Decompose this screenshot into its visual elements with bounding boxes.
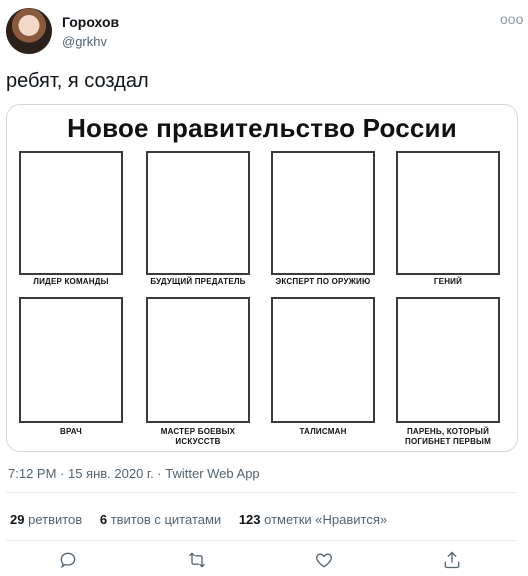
photo-frame	[146, 297, 250, 423]
photo-frame	[19, 297, 123, 423]
tweet-timestamp[interactable]: 7:12 PM · 15 янв. 2020 г. · Twitter Web …	[8, 466, 260, 481]
like-icon	[316, 553, 332, 568]
quotes-stat[interactable]: 6 твитов с цитатами	[100, 512, 221, 527]
cell-label: ПАРЕНЬ, КОТОРЫЙ ПОГИБНЕТ ПЕРВЫМ	[405, 427, 491, 446]
like-button[interactable]	[314, 550, 338, 574]
poster-cell: МАСТЕР БОЕВЫХ ИСКУССТВ	[146, 297, 250, 449]
photo-frame	[271, 297, 375, 423]
cell-label: ГЕНИЙ	[433, 277, 463, 286]
poster-cell: ЛИДЕР КОМАНДЫ	[19, 151, 123, 299]
poster-grid: ЛИДЕР КОМАНДЫ БУДУЩИЙ ПРЕДАТЕЛЬ ЭКСПЕРТ ПО…	[7, 105, 517, 451]
photo-frame	[396, 151, 500, 275]
photo-frame	[271, 151, 375, 275]
photo-frame	[19, 151, 123, 275]
poster-cell: БУДУЩИЙ ПРЕДАТЕЛЬ	[146, 151, 250, 299]
poster-cell: ЭКСПЕРТ ПО ОРУЖИЮ	[271, 151, 375, 299]
photo-frame	[396, 297, 500, 423]
divider	[6, 540, 516, 541]
retweet-button[interactable]	[187, 550, 211, 574]
quotes-label: твитов с цитатами	[110, 512, 222, 527]
cell-label: ВРАЧ	[60, 427, 82, 436]
poster-cell: ВРАЧ	[19, 297, 123, 449]
retweets-stat[interactable]: 29 ретвитов	[10, 512, 82, 527]
quotes-count: 6	[99, 512, 108, 527]
poster-cell: ПАРЕНЬ, КОТОРЫЙ ПОГИБНЕТ ПЕРВЫМ	[396, 297, 500, 449]
cell-label: ТАЛИСМАН	[299, 427, 347, 436]
likes-count: 123	[238, 512, 261, 527]
retweet-icon	[189, 552, 205, 568]
retweets-label: ретвитов	[28, 512, 83, 527]
tweet-text: ребят, я создал	[6, 70, 149, 92]
cell-label: ЛИДЕР КОМАНДЫ	[33, 277, 109, 286]
tweet-actions-bar	[0, 550, 528, 576]
reply-button[interactable]	[58, 550, 82, 574]
author-handle[interactable]: @grkhv	[62, 34, 107, 49]
cell-label: БУДУЩИЙ ПРЕДАТЕЛЬ	[150, 277, 246, 286]
more-options-icon[interactable]: ooo	[500, 12, 523, 28]
retweets-count: 29	[10, 512, 25, 527]
tweet-stats: 29 ретвитов 6 твитов с цитатами 123 отме…	[10, 512, 401, 527]
likes-stat[interactable]: 123 отметки «Нравится»	[239, 512, 387, 527]
cell-label: ЭКСПЕРТ ПО ОРУЖИЮ	[275, 277, 371, 286]
tweet-media-image[interactable]: Новое правительство России ЛИДЕР КОМАНДЫ…	[6, 104, 518, 452]
poster-cell: ТАЛИСМАН	[271, 297, 375, 449]
likes-label: отметки «Нравится»	[264, 512, 388, 527]
tweet-header: Горохов @grkhv ooo	[6, 8, 523, 56]
divider	[6, 492, 516, 493]
poster-cell: ГЕНИЙ	[396, 151, 500, 299]
photo-frame	[146, 151, 250, 275]
avatar[interactable]	[6, 8, 52, 54]
share-icon	[444, 551, 460, 569]
reply-icon	[60, 552, 76, 569]
author-name[interactable]: Горохов	[62, 14, 119, 30]
cell-label: МАСТЕР БОЕВЫХ ИСКУССТВ	[160, 427, 236, 446]
share-button[interactable]	[442, 550, 466, 574]
